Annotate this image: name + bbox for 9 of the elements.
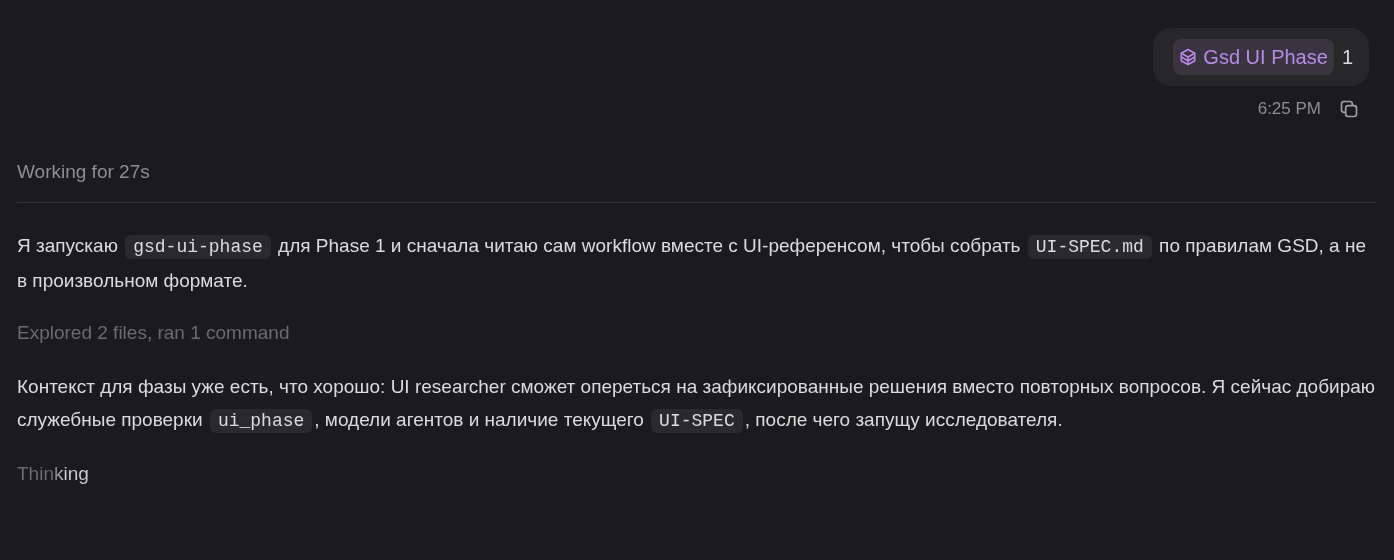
message-paragraph: Контекст для фазы уже есть, что хорошо: UI researcher сможет опереться на зафиксированные решения вместо повторных вопросов. Я сейчас добираю служебные проверки ui_phase , модели агентов и наличие текущего UI-SPEC , после чего запущу исследователя. bbox=[17, 374, 1377, 435]
message-paragraph: Я запускаю gsd-ui-phase для Phase 1 и сначала читаю сам workflow вместе с UI-референсом, чтобы собрать UI-SPEC.md по правилам GSD, а не в произвольном формате. bbox=[17, 234, 1367, 293]
message-time: 6:25 PM bbox=[1257, 98, 1321, 120]
cube-icon bbox=[1179, 48, 1198, 66]
activity-summary[interactable]: Explored 2 files, ran 1 command bbox=[17, 319, 1377, 348]
copy-icon[interactable] bbox=[1339, 98, 1359, 119]
status-text[interactable]: Working for 27s bbox=[17, 157, 1377, 186]
message-text: 1 bbox=[1341, 45, 1353, 70]
skill-chip[interactable]: Gsd UI Phase bbox=[1173, 39, 1334, 75]
